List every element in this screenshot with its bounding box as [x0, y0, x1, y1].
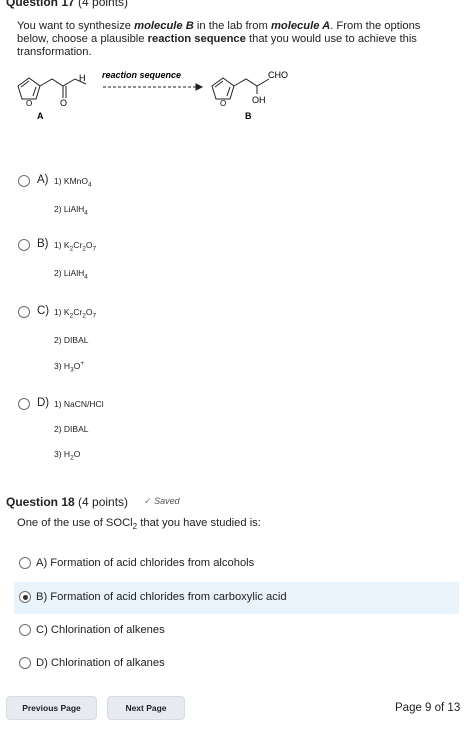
previous-page-button[interactable]: Previous Page	[6, 696, 97, 720]
reaction-scheme: H O O reaction sequence CHO OH O A B	[17, 70, 288, 121]
next-page-button[interactable]: Next Page	[107, 696, 185, 720]
mol-a-ring-o: O	[26, 99, 32, 108]
reagent-step: 1) KMnO4	[54, 176, 92, 189]
check-icon: ✓	[144, 496, 152, 506]
mol-b-oh-label: OH	[252, 95, 266, 105]
reagent-step: 1) K2Cr2O7	[54, 240, 97, 253]
page-indicator: Page 9 of 13	[395, 702, 461, 714]
arrow-label: reaction sequence	[102, 70, 181, 80]
question-label: Question 18	[6, 495, 75, 509]
option-letter: B)	[37, 238, 49, 250]
question-18-title: Question 18 (4 points)	[6, 495, 128, 509]
radio-button[interactable]	[18, 398, 30, 410]
reagent-step: 1) K2Cr2O7	[54, 307, 97, 320]
option-label: D) Chlorination of alkanes	[36, 657, 165, 669]
reagent-step: 3) H3O+	[54, 360, 85, 374]
option-letter: D)	[37, 397, 50, 409]
mol-a-label: A	[37, 111, 44, 121]
option-label: C) Chlorination of alkenes	[36, 624, 165, 636]
option-letter: C)	[37, 305, 50, 317]
radio-button[interactable]	[18, 175, 30, 187]
mol-b-label: B	[245, 111, 252, 121]
question-18-prompt: One of the use of SOCl2 that you have st…	[17, 517, 261, 532]
q18-option-b[interactable]: B) Formation of acid chlorides from carb…	[14, 582, 459, 614]
mol-b-cho-label: CHO	[268, 70, 288, 80]
question-points: (4 points)	[78, 0, 129, 9]
question-label: Question 17	[6, 0, 75, 9]
reagent-step: 2) LiAlH4	[54, 204, 88, 217]
mol-a-h-label: H	[79, 73, 86, 83]
reagent-step: 3) H2O	[54, 449, 81, 462]
radio-button-selected[interactable]	[19, 591, 31, 603]
option-letter: A)	[37, 174, 49, 186]
reagent-step: 2) DIBAL	[54, 424, 89, 434]
mol-a-o-label: O	[60, 98, 67, 108]
reagent-step: 1) NaCN/HCl	[54, 399, 104, 409]
reagent-step: 2) DIBAL	[54, 335, 89, 345]
question-17-prompt: You want to synthesize molecule B in the…	[17, 20, 421, 58]
question-points: (4 points)	[78, 495, 129, 509]
radio-button[interactable]	[18, 239, 30, 251]
option-label: A) Formation of acid chlorides from alco…	[36, 557, 255, 569]
option-label: B) Formation of acid chlorides from carb…	[36, 591, 287, 603]
question-17-title: Question 17 (4 points)	[6, 0, 128, 9]
mol-b-chain	[233, 78, 270, 87]
reagent-step: 2) LiAlH4	[54, 268, 88, 281]
radio-button[interactable]	[19, 557, 31, 569]
mol-b-ring-o: O	[220, 99, 226, 108]
radio-button[interactable]	[18, 306, 30, 318]
radio-button[interactable]	[19, 624, 31, 636]
saved-indicator: ✓ Saved	[144, 496, 180, 506]
radio-button[interactable]	[19, 657, 31, 669]
